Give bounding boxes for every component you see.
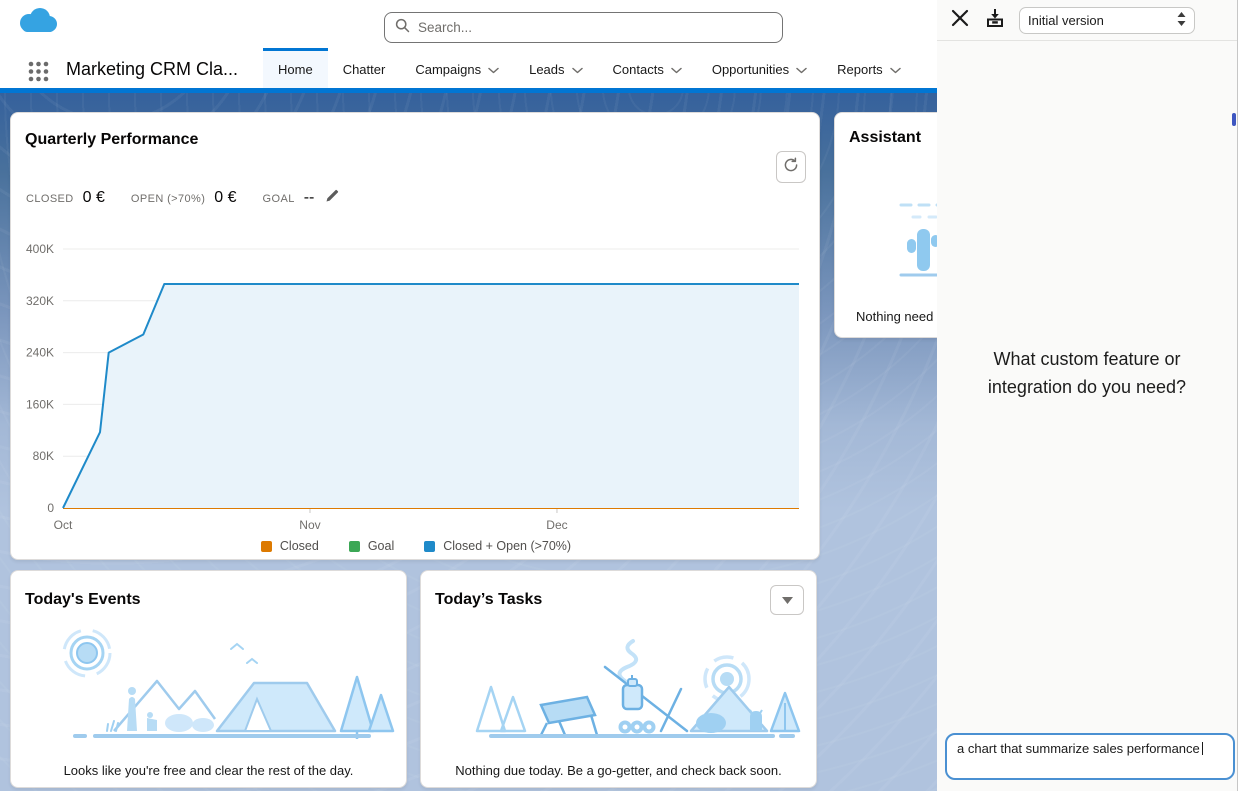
stat-closed: CLOSED 0 € xyxy=(26,189,105,207)
legend-swatch xyxy=(424,541,435,552)
performance-chart: 0 80K 160K 240K 320K 400K Oct Nov Dec xyxy=(11,231,821,533)
global-header: Search... Marketing CRM Cla... Home Chat… xyxy=(0,0,937,88)
events-empty-text: Looks like you're free and clear the res… xyxy=(11,763,406,778)
stat-goal: GOAL -- xyxy=(263,187,341,207)
tab-reports[interactable]: Reports xyxy=(822,48,916,88)
scrollbar-thumb[interactable] xyxy=(1232,113,1236,126)
todays-tasks-card: Today’s Tasks xyxy=(420,570,817,788)
legend-item-goal: Goal xyxy=(349,539,394,553)
prompt-input-value: a chart that summarize sales performance xyxy=(957,741,1200,756)
svg-text:400K: 400K xyxy=(26,242,54,256)
tab-campaigns[interactable]: Campaigns xyxy=(400,48,514,88)
search-placeholder: Search... xyxy=(418,20,472,35)
dropdown-caret-icon xyxy=(782,591,793,609)
legend-swatch xyxy=(349,541,360,552)
scrollbar-track[interactable] xyxy=(1232,0,1237,791)
svg-text:Dec: Dec xyxy=(546,518,567,532)
app-name: Marketing CRM Cla... xyxy=(66,59,238,80)
import-archive-icon xyxy=(984,7,1006,34)
camping-illustration xyxy=(19,619,399,756)
edit-pencil-icon[interactable] xyxy=(325,188,340,208)
close-button[interactable] xyxy=(945,5,975,35)
legend-swatch xyxy=(261,541,272,552)
card-title: Assistant xyxy=(849,129,921,147)
campfire-illustration xyxy=(429,619,809,756)
tab-contacts[interactable]: Contacts xyxy=(598,48,697,88)
card-title: Today’s Tasks xyxy=(435,591,542,609)
panel-header: Initial version xyxy=(937,0,1237,41)
global-search-input[interactable]: Search... xyxy=(384,12,783,43)
stat-open: OPEN (>70%) 0 € xyxy=(131,189,237,207)
performance-stats: CLOSED 0 € OPEN (>70%) 0 € GOAL -- xyxy=(26,187,340,207)
todays-events-card: Today's Events xyxy=(10,570,407,788)
prompt-input[interactable]: a chart that summarize sales performance xyxy=(945,733,1235,780)
version-select[interactable]: Initial version xyxy=(1019,7,1195,34)
svg-text:320K: 320K xyxy=(26,294,54,308)
tab-opportunities[interactable]: Opportunities xyxy=(697,48,822,88)
salesforce-cloud-logo[interactable] xyxy=(16,6,60,42)
assistant-empty-text: Nothing need xyxy=(856,309,933,324)
tab-leads[interactable]: Leads xyxy=(514,48,597,88)
import-button[interactable] xyxy=(980,5,1010,35)
svg-text:240K: 240K xyxy=(26,346,54,360)
builder-side-panel: Initial version What custom feature or i… xyxy=(937,0,1238,791)
svg-text:Oct: Oct xyxy=(54,518,73,532)
chevron-down-icon[interactable] xyxy=(796,62,807,77)
close-icon xyxy=(950,8,970,33)
tasks-empty-text: Nothing due today. Be a go-getter, and c… xyxy=(421,763,816,778)
tab-home[interactable]: Home xyxy=(263,48,328,88)
app-launcher-waffle-icon[interactable] xyxy=(28,61,49,87)
svg-text:Nov: Nov xyxy=(299,518,320,532)
search-icon xyxy=(395,18,410,38)
svg-text:80K: 80K xyxy=(33,449,54,463)
svg-text:160K: 160K xyxy=(26,397,54,411)
legend-item-closed: Closed xyxy=(261,539,319,553)
chevron-down-icon[interactable] xyxy=(572,62,583,77)
chevron-down-icon[interactable] xyxy=(671,62,682,77)
chart-legend: Closed Goal Closed + Open (>70%) xyxy=(11,539,821,553)
card-title: Quarterly Performance xyxy=(25,131,198,149)
svg-text:0: 0 xyxy=(47,501,54,515)
card-title: Today's Events xyxy=(25,591,141,609)
tasks-menu-button[interactable] xyxy=(770,585,804,615)
refresh-button[interactable] xyxy=(776,151,806,183)
chevron-down-icon[interactable] xyxy=(488,62,499,77)
legend-item-closed-open: Closed + Open (>70%) xyxy=(424,539,571,553)
refresh-icon xyxy=(783,157,799,178)
prompt-heading: What custom feature or integration do yo… xyxy=(959,345,1215,401)
text-caret xyxy=(1202,742,1204,755)
nav-tab-bar: Home Chatter Campaigns Leads Contacts Op… xyxy=(263,48,916,88)
select-updown-arrows-icon xyxy=(1177,12,1186,29)
chevron-down-icon[interactable] xyxy=(890,62,901,77)
quarterly-performance-card: Quarterly Performance CLOSED 0 € OPEN (>… xyxy=(10,112,820,560)
brand-stripe xyxy=(0,88,937,93)
tab-chatter[interactable]: Chatter xyxy=(328,48,401,88)
